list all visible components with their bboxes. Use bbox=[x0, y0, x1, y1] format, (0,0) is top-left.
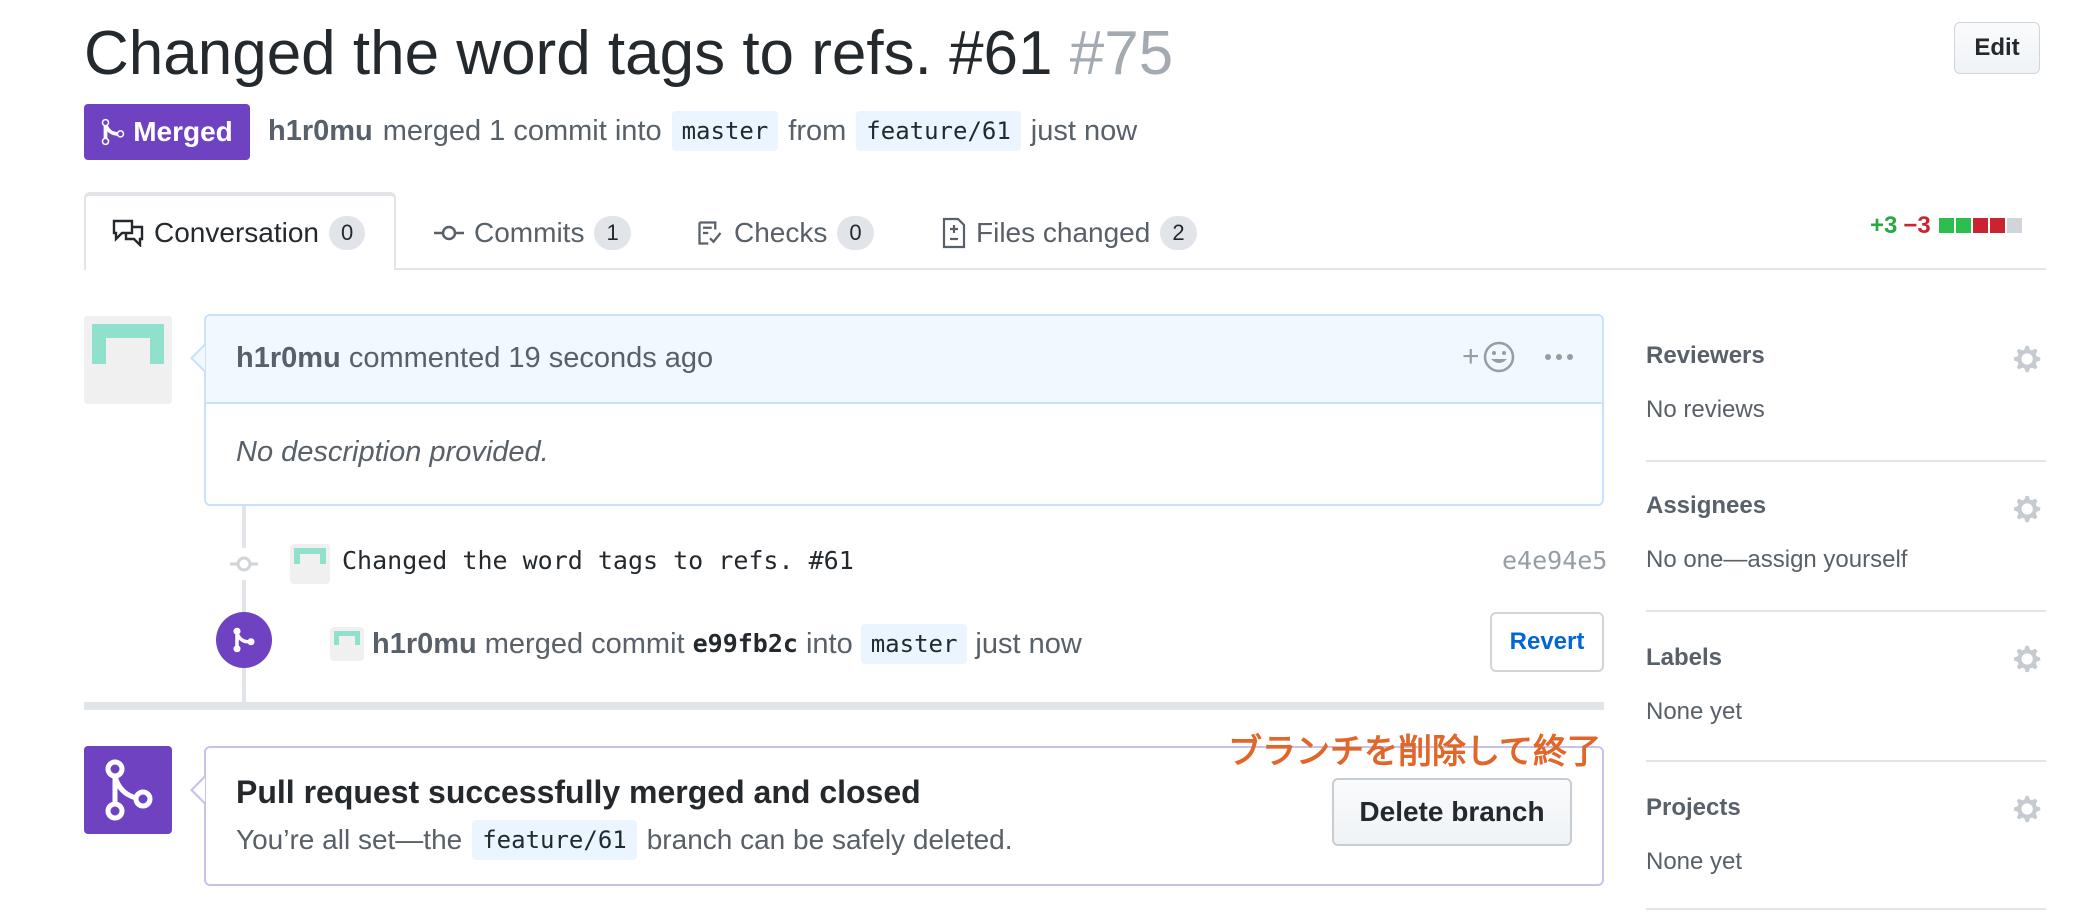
merged-state-badge: Merged bbox=[84, 104, 250, 160]
plus-sign: + bbox=[1462, 340, 1480, 373]
gear-icon[interactable] bbox=[2014, 794, 2044, 824]
tab-label: Commits bbox=[474, 217, 585, 248]
merge-event: h1r0mu merged commit e99fb2c into master… bbox=[330, 624, 1082, 664]
tab-commits[interactable]: Commits 1 bbox=[434, 198, 631, 268]
tab-counter: 2 bbox=[1160, 216, 1197, 250]
merge-icon bbox=[105, 759, 153, 821]
comment-actions: + bbox=[1462, 340, 1574, 374]
tab-label: Conversation bbox=[154, 217, 319, 248]
smiley-icon bbox=[1483, 341, 1514, 373]
commit-message[interactable]: Changed the word tags to refs. #61 bbox=[342, 546, 854, 575]
merge-icon bbox=[233, 627, 255, 653]
sidebar-heading-reviewers[interactable]: Reviewers bbox=[1646, 342, 1765, 370]
sub-suffix: branch can be safely deleted. bbox=[646, 824, 1013, 855]
comment-author[interactable]: h1r0mu bbox=[236, 342, 341, 374]
sidebar-divider bbox=[1646, 610, 2046, 612]
tab-checks[interactable]: Checks 0 bbox=[696, 198, 874, 268]
additions-count: +3 bbox=[1870, 212, 1898, 239]
comment-title: h1r0mu commented 19 seconds ago bbox=[236, 338, 713, 378]
identicon bbox=[92, 324, 164, 364]
comment-avatar[interactable] bbox=[84, 316, 172, 404]
git-commit-icon bbox=[228, 548, 260, 580]
author-link[interactable]: h1r0mu bbox=[268, 108, 373, 154]
merge-text: merged commit bbox=[484, 628, 685, 660]
comment-action: commented bbox=[348, 342, 501, 374]
from-text: from bbox=[788, 115, 847, 147]
timeline-end-divider bbox=[84, 702, 1604, 710]
merged-status-icon bbox=[84, 746, 172, 834]
sidebar-divider bbox=[1646, 460, 2046, 462]
pr-meta: h1r0mu merged 1 commit into master from … bbox=[268, 108, 1137, 154]
diffstat: +3 −3 bbox=[1870, 212, 2022, 240]
commit-avatar[interactable] bbox=[290, 544, 330, 584]
timeline-line bbox=[242, 506, 246, 702]
merge-box-branch[interactable]: feature/61 bbox=[472, 820, 637, 860]
head-branch[interactable]: feature/61 bbox=[856, 111, 1021, 151]
gear-icon[interactable] bbox=[2014, 494, 2044, 524]
tab-conversation[interactable]: Conversation 0 bbox=[112, 198, 366, 268]
merged-text: merged 1 commit into bbox=[382, 115, 662, 147]
pr-title-text: Changed the word tags to refs. #61 bbox=[84, 19, 1053, 88]
deletions-count: −3 bbox=[1903, 212, 1931, 239]
sidebar-value-reviewers: No reviews bbox=[1646, 396, 1765, 423]
tab-counter: 1 bbox=[594, 216, 631, 250]
pr-title: Changed the word tags to refs. #61 #75 bbox=[84, 14, 1173, 94]
sidebar-heading-projects[interactable]: Projects bbox=[1646, 794, 1741, 822]
merge-icon bbox=[101, 118, 125, 146]
revert-button[interactable]: Revert bbox=[1490, 612, 1604, 672]
identicon bbox=[294, 548, 326, 564]
tab-files-changed[interactable]: Files changed 2 bbox=[942, 198, 1197, 268]
sidebar-value-assignees[interactable]: No one—assign yourself bbox=[1646, 546, 1907, 574]
tab-counter: 0 bbox=[328, 216, 366, 250]
merge-into: into bbox=[805, 628, 853, 660]
tab-counter: 0 bbox=[837, 216, 874, 250]
merge-box-caret-inner bbox=[193, 778, 205, 802]
comment-body: No description provided. bbox=[236, 436, 549, 468]
gear-icon[interactable] bbox=[2014, 344, 2044, 374]
comment-discussion-icon bbox=[112, 219, 144, 247]
git-commit-icon bbox=[434, 225, 464, 241]
annotation-text: ブランチを削除して終了 bbox=[1228, 732, 1601, 772]
sub-prefix: You’re all set—the bbox=[236, 824, 463, 855]
delete-branch-button[interactable]: Delete branch bbox=[1332, 778, 1572, 846]
tab-label: Files changed bbox=[976, 217, 1151, 248]
kebab-icon[interactable] bbox=[1544, 352, 1574, 362]
comment-caret-inner bbox=[193, 346, 205, 370]
add-reaction-button[interactable]: + bbox=[1462, 340, 1516, 374]
sidebar-value-labels: None yet bbox=[1646, 698, 1743, 725]
merge-box-title: Pull request successfully merged and clo… bbox=[236, 774, 921, 810]
merged-time: just now bbox=[1030, 115, 1138, 147]
merge-branch[interactable]: master bbox=[860, 624, 968, 664]
sidebar-heading-labels[interactable]: Labels bbox=[1646, 644, 1722, 672]
sidebar-divider bbox=[1646, 908, 2046, 910]
merge-author[interactable]: h1r0mu bbox=[372, 624, 477, 664]
merge-box-subtitle: You’re all set—the feature/61 branch can… bbox=[236, 820, 1013, 860]
checklist-icon bbox=[698, 221, 722, 245]
diffstat-bar bbox=[1937, 212, 2022, 240]
merged-label: Merged bbox=[133, 116, 233, 147]
comment-time[interactable]: 19 seconds ago bbox=[508, 342, 713, 374]
gear-icon[interactable] bbox=[2014, 644, 2044, 674]
identicon bbox=[334, 631, 360, 645]
merge-commit-sha[interactable]: e99fb2c bbox=[693, 624, 798, 664]
file-diff-icon bbox=[942, 217, 966, 249]
merge-event-badge bbox=[216, 612, 272, 668]
pr-number: #75 bbox=[1069, 19, 1174, 88]
sidebar-divider bbox=[1646, 760, 2046, 762]
commit-sha[interactable]: e4e94e5 bbox=[1502, 546, 1607, 575]
sidebar-value-projects: None yet bbox=[1646, 848, 1743, 875]
merge-time[interactable]: just now bbox=[975, 624, 1081, 664]
tab-label: Checks bbox=[734, 217, 828, 248]
base-branch[interactable]: master bbox=[671, 111, 779, 151]
edit-button[interactable]: Edit bbox=[1954, 22, 2040, 74]
sidebar-heading-assignees[interactable]: Assignees bbox=[1646, 492, 1766, 520]
merge-author-avatar[interactable] bbox=[330, 627, 364, 661]
